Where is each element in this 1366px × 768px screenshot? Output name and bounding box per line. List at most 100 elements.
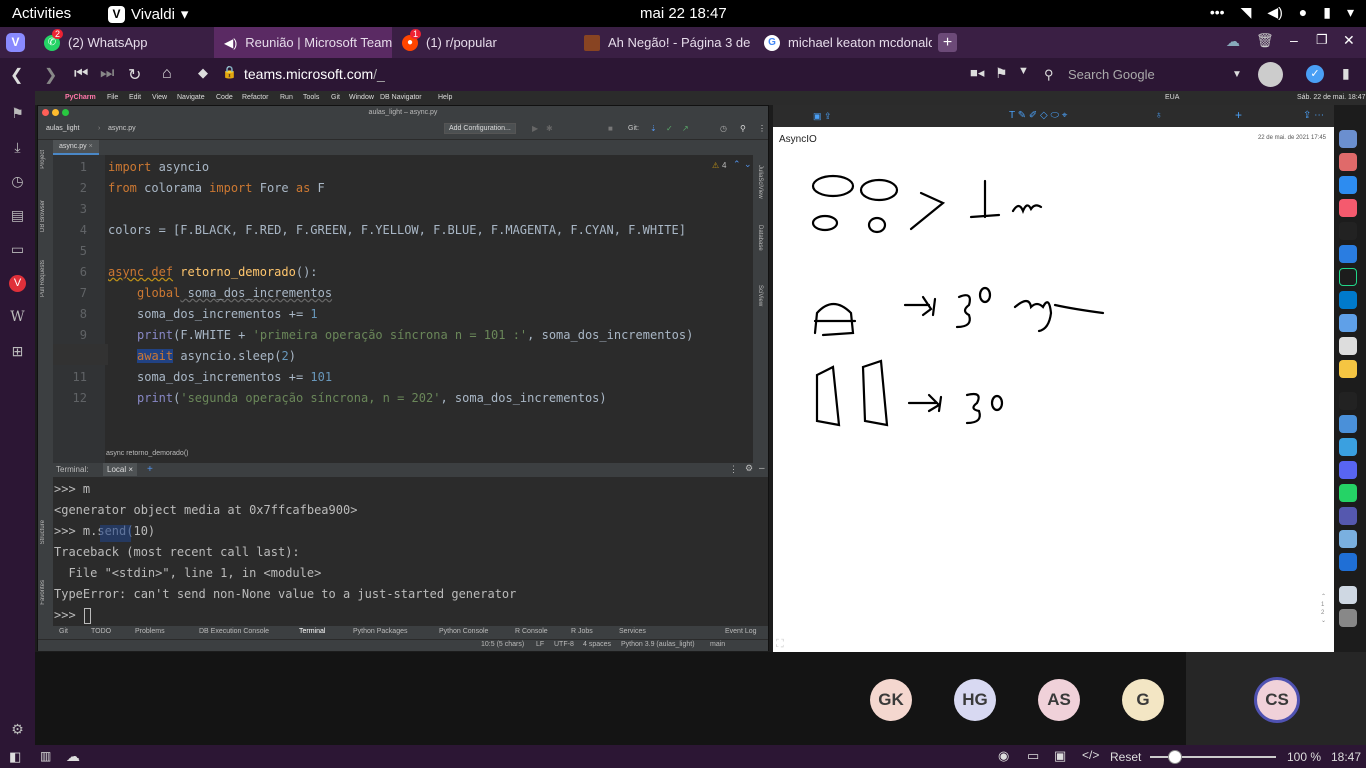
- code-line-11: soma_dos_incrementos += 101: [137, 370, 332, 384]
- url-field[interactable]: teams.microsoft.com/_: [194, 62, 1034, 87]
- sketch-stroke: [969, 179, 1001, 219]
- participant-avatar[interactable]: G: [1122, 679, 1164, 721]
- tab-google-search[interactable]: G michael keaton mcdonalds: [754, 27, 932, 58]
- file-name: async.py: [108, 125, 136, 132]
- vivaldi-side-panel: ⚑ ⤓ ◷ ▤ ▭ V W ⊞ ⚙: [0, 91, 35, 745]
- keyword: await: [137, 349, 174, 363]
- app-icon: [1339, 553, 1357, 571]
- participant-avatar[interactable]: HG: [954, 679, 996, 721]
- terminal-icon: [1339, 392, 1357, 410]
- new-tab-button[interactable]: +: [938, 33, 957, 52]
- activities-button[interactable]: Activities: [12, 5, 71, 22]
- close-icon[interactable]: ✕: [1343, 32, 1355, 49]
- forward-icon[interactable]: ❯: [44, 65, 57, 85]
- address-bar: ❮ ❯ ⏮ ⏭ ↻ ⌂ ◆ 🔒 teams.microsoft.com/_ ■◂…: [0, 58, 1366, 91]
- sketch-stroke: [811, 174, 855, 198]
- battery-icon[interactable]: ▮: [1323, 4, 1331, 21]
- arrow-down-icon: ⌄: [744, 159, 752, 169]
- self-video-tile[interactable]: CS: [1186, 652, 1366, 745]
- mac-menu-item: Window: [349, 94, 374, 101]
- bookmarks-icon[interactable]: ⚑: [9, 105, 26, 122]
- tab-whatsapp[interactable]: ✆ 2 (2) WhatsApp: [34, 27, 214, 58]
- wifi-icon[interactable]: ◥: [1241, 4, 1252, 21]
- home-icon[interactable]: ⌂: [162, 65, 172, 83]
- app-menu[interactable]: V Vivaldi ▾: [108, 5, 188, 23]
- share-icon: ⇪ ⋯: [1303, 110, 1325, 121]
- tiling-icon[interactable]: ▥: [40, 749, 51, 763]
- bookmark-icon[interactable]: ⚑: [995, 65, 1008, 82]
- terminal-line: >>> m: [54, 482, 91, 496]
- expand-icon[interactable]: ⛶: [776, 638, 784, 651]
- system-tray[interactable]: ••• ◥ ◀) ● ▮ ▾: [1210, 4, 1354, 21]
- folder-icon: [1339, 586, 1357, 604]
- history-icon[interactable]: ◷: [9, 173, 26, 190]
- mac-menu-item: Refactor: [242, 94, 269, 101]
- downloads-icon[interactable]: ⤓: [9, 139, 26, 156]
- wikipedia-icon[interactable]: W: [9, 309, 26, 326]
- rewind-icon[interactable]: ⏮: [74, 65, 88, 83]
- window-icon[interactable]: ▭: [1027, 748, 1039, 764]
- volume-icon[interactable]: ◀): [1267, 4, 1282, 21]
- settings-icon: ⋮: [758, 124, 766, 133]
- cloud-icon[interactable]: ☁: [66, 748, 80, 765]
- profile-avatar[interactable]: [1258, 62, 1283, 87]
- code-breadcrumb: async retorno_demorado(): [106, 450, 189, 457]
- fast-forward-icon[interactable]: ⏭: [100, 65, 114, 83]
- tab-reddit[interactable]: ● 1 (1) r/popular: [392, 27, 574, 58]
- participant-avatar[interactable]: GK: [870, 679, 912, 721]
- panel-toggle-icon[interactable]: ◧: [9, 749, 21, 765]
- vivaldi-menu-icon[interactable]: V: [6, 33, 25, 52]
- tab-label: (2) WhatsApp: [68, 35, 148, 50]
- extensions-icon[interactable]: ▮: [1342, 65, 1350, 82]
- settings-icon[interactable]: ⚙: [9, 721, 26, 738]
- add-panel-icon[interactable]: ⊞: [9, 343, 26, 360]
- mac-dock: [1336, 120, 1360, 640]
- warning-count: 4: [722, 161, 727, 170]
- sketch-stroke: [965, 392, 981, 425]
- system-clock[interactable]: mai 22 18:47: [640, 5, 727, 22]
- microphone-icon[interactable]: ●: [1299, 4, 1307, 21]
- chevron-down-icon[interactable]: ▼: [1018, 65, 1029, 77]
- app-icon: [1339, 438, 1357, 456]
- tab-ah-negao[interactable]: Ah Negão! - Página 3 de 68: [574, 27, 754, 58]
- vivaldi-web-panel-icon[interactable]: V: [9, 275, 26, 292]
- notes-icon[interactable]: ▤: [9, 207, 26, 224]
- code-icon[interactable]: </>: [1082, 748, 1099, 762]
- capture-icon[interactable]: ◉: [998, 748, 1009, 764]
- image-icon[interactable]: ▣: [1054, 748, 1066, 764]
- camera-icon[interactable]: ■◂: [970, 65, 984, 81]
- warning-icon: ⚠: [712, 161, 720, 170]
- pycharm-toolbar: aulas_light › async.py Add Configuration…: [38, 120, 768, 140]
- debug-icon: ✱: [546, 124, 553, 133]
- search-field[interactable]: ⚲ Search Google ▼: [1040, 63, 1250, 86]
- sidebar-icon: ▣ ⇪: [813, 111, 832, 121]
- zoom-reset-button[interactable]: Reset: [1110, 750, 1141, 764]
- tab-label: michael keaton mcdonalds: [788, 35, 932, 50]
- notification-badge: 1: [410, 29, 422, 39]
- history-icon: ◷: [720, 124, 727, 133]
- back-icon[interactable]: ❮: [10, 65, 23, 85]
- trash-icon[interactable]: 🗑: [1256, 32, 1274, 49]
- tool-python-packages: Python Packages: [353, 628, 408, 635]
- power-menu-icon[interactable]: ▾: [1347, 4, 1354, 21]
- tool-services: Services: [619, 628, 646, 635]
- more-icon[interactable]: •••: [1210, 4, 1225, 21]
- tab-teams[interactable]: ◀) Reunião | Microsoft Teams: [214, 27, 392, 58]
- search-placeholder: Search Google: [1068, 67, 1155, 82]
- maximize-icon[interactable]: ❐: [1316, 32, 1328, 48]
- code-text: (F.WHITE +: [173, 328, 253, 342]
- reload-icon[interactable]: ↻: [128, 65, 141, 85]
- participant-avatar[interactable]: AS: [1038, 679, 1080, 721]
- search-engine-dropdown-icon[interactable]: ▼: [1232, 63, 1242, 86]
- code-line-2: from colorama import Fore as F: [108, 181, 325, 195]
- right-tool-strip: JuliaSciView Database SciView: [753, 155, 768, 463]
- sync-cloud-icon[interactable]: ☁: [1226, 33, 1240, 50]
- zoom-slider-handle[interactable]: [1168, 750, 1182, 764]
- terminal-icon: [1339, 222, 1357, 240]
- code-text: asyncio.sleep(: [173, 349, 282, 363]
- note-title: AsyncIO: [779, 134, 817, 145]
- terminal-prompt: >>>: [54, 608, 83, 622]
- window-panel-icon[interactable]: ▭: [9, 241, 26, 258]
- extension-icon[interactable]: ✓: [1306, 65, 1324, 83]
- minimize-icon[interactable]: –: [1290, 32, 1298, 48]
